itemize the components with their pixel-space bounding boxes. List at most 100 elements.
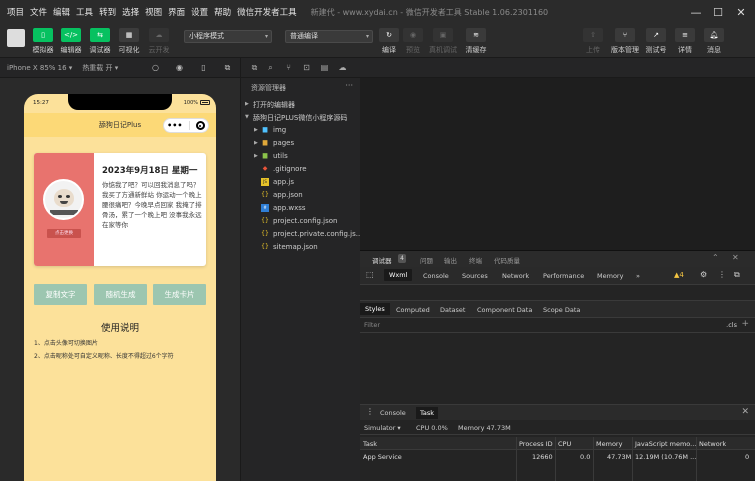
compile-select[interactable]: 普通编译 ▾ — [285, 30, 373, 43]
messages-button[interactable]: 🔔︎ 消息 — [701, 28, 727, 55]
project-section[interactable]: ▼ 舔狗日记PLUS微信小程序源码 — [241, 111, 361, 124]
tab-wxml[interactable]: Wxml — [384, 269, 413, 281]
tree-item-appjs[interactable]: JS app.js — [241, 176, 361, 189]
tree-item-appjson[interactable]: {} app.json — [241, 189, 361, 202]
tree-item-project-private-config[interactable]: {} project.private.config.js... — [241, 228, 361, 241]
gear-icon[interactable]: ⚙ — [700, 270, 707, 279]
menu-select[interactable]: 选择 — [122, 6, 139, 18]
preview-button[interactable]: ◉ 预览 — [400, 28, 426, 55]
tab-dataset[interactable]: Dataset — [440, 306, 465, 314]
filter-input[interactable]: Filter — [364, 321, 380, 329]
menu-project[interactable]: 项目 — [7, 6, 24, 18]
visual-button[interactable]: ▦ 可视化 — [116, 28, 142, 55]
editor-area[interactable] — [360, 58, 755, 250]
more-tabs-icon[interactable]: » — [636, 272, 640, 280]
close-icon[interactable]: ✕ — [733, 4, 749, 20]
tab-debugger[interactable]: 调试器 — [372, 255, 392, 265]
details-button[interactable]: ≡ 详情 — [672, 28, 698, 55]
tree-item-gitignore[interactable]: ◆ .gitignore — [241, 163, 361, 176]
upload-button[interactable]: ⇧ 上传 — [580, 28, 606, 55]
menu-tools[interactable]: 工具 — [76, 6, 93, 18]
column-task[interactable]: Task — [363, 440, 377, 448]
column-cpu[interactable]: CPU — [558, 440, 571, 448]
close-icon[interactable]: ✕ — [741, 407, 749, 417]
tree-item-sitemap[interactable]: {} sitemap.json — [241, 241, 361, 254]
tab-console[interactable]: Console — [423, 272, 449, 280]
tab-code-quality[interactable]: 代码质量 — [494, 255, 520, 265]
tree-item-appwxss[interactable]: # app.wxss — [241, 202, 361, 215]
inspect-icon[interactable]: ⬚ — [366, 270, 374, 279]
mode-select[interactable]: 小程序模式 ▾ — [184, 30, 272, 43]
wxml-tree[interactable] — [360, 285, 755, 301]
more-icon[interactable]: ••• — [167, 121, 182, 130]
tab-task[interactable]: Task — [416, 407, 439, 419]
tab-component-data[interactable]: Component Data — [477, 306, 532, 314]
column-process-id[interactable]: Process ID — [519, 440, 553, 448]
maximize-icon[interactable]: ☐ — [710, 4, 726, 20]
avatar[interactable] — [7, 29, 25, 47]
record-icon[interactable]: ○ — [150, 62, 161, 73]
add-rule-icon[interactable]: + — [741, 319, 749, 329]
open-editors-section[interactable]: ▶ 打开的编辑器 — [241, 98, 361, 111]
tab-network[interactable]: Network — [502, 272, 529, 280]
tab-sources[interactable]: Sources — [462, 272, 488, 280]
device-select[interactable]: iPhone X 85% 16 ▾ — [7, 64, 72, 72]
test-account-button[interactable]: ↗ 测试号 — [643, 28, 669, 55]
simulator-select[interactable]: Simulator ▾ — [364, 424, 401, 432]
simulator-button[interactable]: ▯ 模拟器 — [30, 28, 56, 55]
more-icon[interactable]: ··· — [345, 81, 353, 90]
debug-icon[interactable]: ⊡ — [301, 62, 312, 73]
remote-debug-button[interactable]: ▣ 真机调试 — [429, 28, 457, 55]
tab-performance[interactable]: Performance — [543, 272, 584, 280]
phone-icon[interactable]: ▯ — [198, 62, 209, 73]
close-icon[interactable]: ✕ — [732, 253, 739, 262]
nickname-tag[interactable]: 点击更换 — [47, 229, 81, 238]
hotreload-select[interactable]: 热重载 开 ▾ — [82, 63, 118, 73]
debugger-button[interactable]: ⇆ 调试器 — [87, 28, 113, 55]
compile-button[interactable]: ↻ 编译 — [376, 28, 402, 55]
editor-button[interactable]: </> 编辑器 — [58, 28, 84, 55]
search-icon[interactable]: ⌕ — [265, 62, 276, 73]
tab-output[interactable]: 输出 — [444, 255, 457, 265]
menu-settings[interactable]: 设置 — [191, 6, 208, 18]
chevron-up-icon[interactable]: ⌃ — [712, 253, 719, 262]
generate-card-button[interactable]: 生成卡片 — [153, 284, 206, 305]
tab-computed[interactable]: Computed — [396, 306, 430, 314]
version-button[interactable]: ⑂ 版本管理 — [611, 28, 639, 55]
warning-count[interactable]: ▲4 — [674, 271, 684, 279]
popout-icon[interactable]: ⧉ — [222, 62, 233, 73]
column-network[interactable]: Network — [699, 440, 726, 448]
menu-view[interactable]: 视图 — [145, 6, 162, 18]
menu-help[interactable]: 帮助 — [214, 6, 231, 18]
random-button[interactable]: 随机生成 — [94, 284, 147, 305]
column-js-memory[interactable]: JavaScript memo... — [635, 440, 696, 448]
tree-item-pages[interactable]: ▶ ▆ pages — [241, 137, 361, 150]
menu-goto[interactable]: 转到 — [99, 6, 116, 18]
tree-item-img[interactable]: ▶ ▆ img — [241, 124, 361, 137]
tab-terminal[interactable]: 终端 — [469, 255, 482, 265]
tree-item-project-config[interactable]: {} project.config.json — [241, 215, 361, 228]
tab-memory[interactable]: Memory — [597, 272, 623, 280]
copy-text-button[interactable]: 复制文字 — [34, 284, 87, 305]
kebab-menu-icon[interactable]: ⋮ — [718, 270, 726, 279]
cloud-icon[interactable]: ☁ — [337, 62, 348, 73]
menu-edit[interactable]: 编辑 — [53, 6, 70, 18]
tree-item-utils[interactable]: ▶ ▆ utils — [241, 150, 361, 163]
cls-toggle[interactable]: .cls — [726, 321, 737, 329]
close-circle-icon[interactable] — [195, 121, 205, 130]
extensions-icon[interactable]: ▤ — [319, 62, 330, 73]
tab-scope-data[interactable]: Scope Data — [543, 306, 580, 314]
table-row[interactable]: App Service 12660 0.0 47.73M 12.19M (10.… — [360, 450, 755, 481]
menu-wechat-devtools[interactable]: 微信开发者工具 — [237, 6, 297, 18]
files-icon[interactable]: ⧉ — [249, 62, 260, 73]
column-memory[interactable]: Memory — [596, 440, 622, 448]
capsule-menu[interactable]: ••• — [163, 118, 209, 133]
menu-file[interactable]: 文件 — [30, 6, 47, 18]
cloud-button[interactable]: ☁ 云开发 — [146, 28, 172, 55]
stop-icon[interactable]: ◉ — [174, 62, 185, 73]
git-branch-icon[interactable]: ⑂ — [283, 62, 294, 73]
kebab-menu-icon[interactable]: ⋮ — [366, 407, 374, 416]
tab-problems[interactable]: 问题 — [420, 255, 433, 265]
menu-interface[interactable]: 界面 — [168, 6, 185, 18]
minimize-icon[interactable]: — — [688, 4, 704, 20]
